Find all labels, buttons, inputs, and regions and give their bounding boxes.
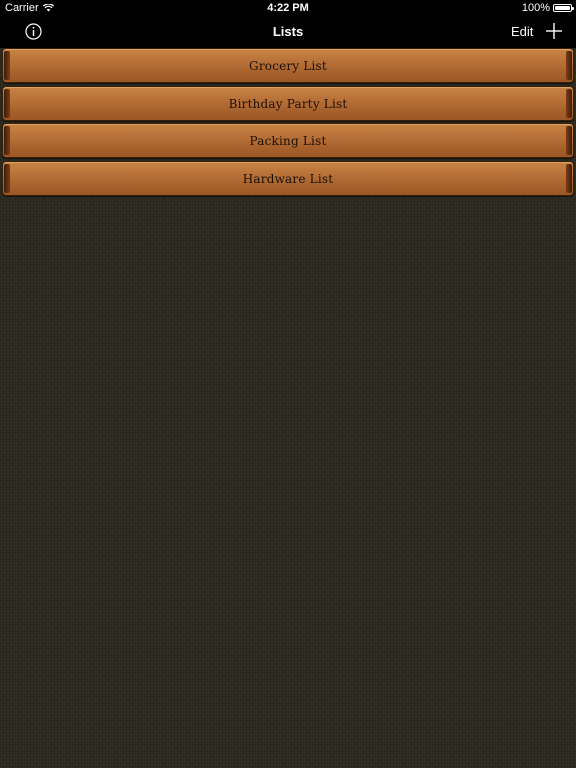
status-bar: Carrier 4:22 PM 100% bbox=[0, 0, 576, 16]
row-edge-right bbox=[566, 89, 572, 118]
battery-group: 100% bbox=[521, 2, 574, 14]
row-edge-right bbox=[566, 51, 572, 80]
list-item-label: Packing List bbox=[249, 134, 327, 148]
edit-button[interactable]: Edit bbox=[511, 24, 533, 39]
list-item-packing[interactable]: Packing List bbox=[2, 123, 574, 158]
plus-icon[interactable] bbox=[545, 22, 563, 40]
status-time: 4:22 PM bbox=[267, 2, 309, 14]
page-title: Lists bbox=[272, 24, 304, 39]
row-edge-right bbox=[566, 126, 572, 155]
row-edge-right bbox=[566, 164, 572, 193]
battery-percent: 100% bbox=[521, 2, 550, 14]
list-item-label: Grocery List bbox=[249, 59, 327, 73]
list-item-label: Birthday Party List bbox=[228, 97, 348, 111]
battery-icon bbox=[553, 4, 574, 12]
navigation-bar: Lists Edit bbox=[0, 16, 576, 48]
list-item-hardware[interactable]: Hardware List bbox=[2, 161, 574, 196]
lists-table: Grocery List Birthday Party List Packing… bbox=[0, 48, 576, 768]
list-item-birthday-party[interactable]: Birthday Party List bbox=[2, 86, 574, 121]
list-item-label: Hardware List bbox=[242, 172, 334, 186]
list-item-grocery[interactable]: Grocery List bbox=[2, 48, 574, 83]
